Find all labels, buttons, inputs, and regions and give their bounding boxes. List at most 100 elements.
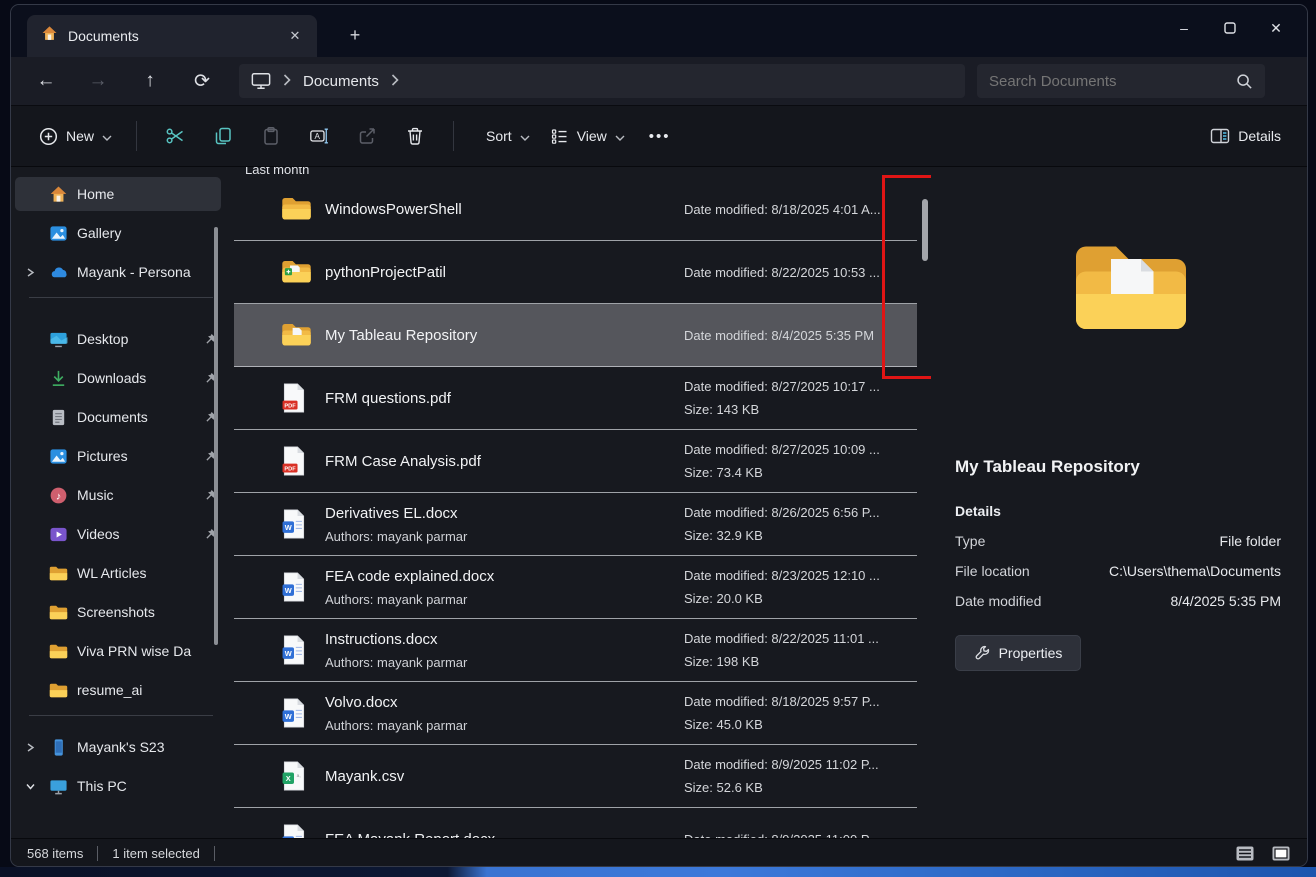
sidebar-item-phone[interactable]: Mayank's S23 [15,730,221,764]
sidebar-item-onedrive[interactable]: Mayank - Persona [15,255,221,289]
phone-icon [45,738,71,757]
rename-button[interactable]: A [300,118,338,154]
window-maximize-button[interactable] [1207,11,1253,45]
cut-button[interactable] [156,118,194,154]
file-list: Last month WindowsPowerShell Date modifi… [231,167,931,838]
view-button-label: View [577,128,607,144]
up-icon[interactable]: ↑ [133,66,167,96]
window-close-button[interactable]: ✕ [1253,11,1299,45]
file-size: Size: 52.6 KB [684,780,919,795]
copy-button[interactable] [204,118,242,154]
properties-label: Properties [999,645,1063,661]
breadcrumb-item-documents[interactable]: Documents [303,73,379,90]
file-row[interactable]: WindowsPowerShell Date modified: 8/18/20… [234,178,917,241]
file-date-modified: Date modified: 8/9/2025 11:02 P... [684,757,919,772]
file-date-modified: Date modified: 8/18/2025 9:57 P... [684,694,919,709]
chevron-right-icon[interactable] [15,268,45,277]
sidebar-item-documents[interactable]: Documents [15,400,221,434]
file-date-modified: Date modified: 8/22/2025 10:53 ... [684,265,919,280]
sidebar-item-downloads[interactable]: Downloads [15,361,221,395]
file-row[interactable]: PDF FRM questions.pdf Date modified: 8/2… [234,367,917,430]
chevron-right-icon [283,73,291,90]
sidebar-item-desktop[interactable]: Desktop [15,322,221,356]
sidebar-item-label: Documents [77,409,199,425]
command-toolbar: New A Sort View [11,105,1307,167]
chevron-right-icon[interactable] [15,743,45,752]
sidebar-item-wl-articles[interactable]: WL Articles [15,556,221,590]
downloads-icon [45,369,71,388]
search-input[interactable] [989,73,1236,90]
sidebar-item-gallery[interactable]: Gallery [15,216,221,250]
explorer-tab[interactable]: Documents ✕ [27,15,317,57]
sidebar-item-music[interactable]: ♪ Music [15,478,221,512]
sidebar-item-this-pc[interactable]: This PC [15,769,221,803]
group-header[interactable]: Last month [231,167,931,178]
copy-icon [213,126,233,146]
window-minimize-button[interactable]: – [1161,11,1207,45]
sidebar: Home Gallery Mayank - Persona Desktop [11,167,231,838]
svg-text:W: W [285,712,292,721]
home-icon [45,185,71,204]
properties-button[interactable]: Properties [955,635,1081,671]
new-button[interactable]: New [29,119,122,154]
search-box[interactable] [977,64,1265,98]
file-row-selected[interactable]: My Tableau Repository Date modified: 8/4… [234,304,917,367]
sidebar-item-label: This PC [77,778,221,794]
svg-text:PDF: PDF [284,403,296,409]
sidebar-item-label: Downloads [77,370,199,386]
breadcrumb[interactable]: Documents [239,64,965,98]
file-row[interactable]: W Volvo.docxAuthors: mayank parmar Date … [234,682,917,745]
file-list-scrollbar[interactable] [922,199,928,261]
sidebar-item-label: Viva PRN wise Da [77,643,221,659]
file-row[interactable]: PDF FRM Case Analysis.pdf Date modified:… [234,430,917,493]
sidebar-item-pictures[interactable]: Pictures [15,439,221,473]
refresh-icon[interactable]: ⟳ [185,66,219,96]
file-row[interactable]: a,X Mayank.csv Date modified: 8/9/2025 1… [234,745,917,808]
view-button[interactable]: View [540,119,635,154]
paste-button[interactable] [252,118,290,154]
details-pane-toggle[interactable]: Details [1200,119,1291,153]
type-value: File folder [1220,533,1281,549]
share-icon [357,126,377,146]
file-row[interactable]: W FEA code explained.docxAuthors: mayank… [234,556,917,619]
navigation-bar: ← → ↑ ⟳ Documents [11,57,1307,105]
scissors-icon [165,126,185,146]
word-icon: W [281,509,325,539]
statusbar: 568 items 1 item selected [11,838,1307,867]
large-thumbnails-view-icon[interactable] [1269,844,1293,863]
chevron-down-icon[interactable] [15,782,45,791]
back-icon[interactable]: ← [29,66,63,96]
type-label: Type [955,533,985,549]
file-date-modified: Date modified: 8/27/2025 10:09 ... [684,442,919,457]
sidebar-item-videos[interactable]: Videos [15,517,221,551]
details-view-icon[interactable] [1233,844,1257,863]
file-row[interactable]: pythonProjectPatil Date modified: 8/22/2… [234,241,917,304]
sidebar-item-viva-prn[interactable]: Viva PRN wise Da [15,634,221,668]
file-size: Size: 20.0 KB [684,591,919,606]
file-explorer-window: Documents ✕ + – ✕ ← → ↑ ⟳ Documents [10,4,1308,867]
tab-close-icon[interactable]: ✕ [283,24,307,48]
more-options-icon[interactable]: ••• [649,128,671,145]
chevron-right-icon [391,73,399,90]
sidebar-item-home[interactable]: Home [15,177,221,211]
file-row[interactable]: W Derivatives EL.docxAuthors: mayank par… [234,493,917,556]
chevron-down-icon [615,128,625,144]
forward-icon[interactable]: → [81,66,115,96]
sidebar-scrollbar[interactable] [214,227,218,645]
delete-button[interactable] [396,118,434,154]
file-size: Size: 73.4 KB [684,465,919,480]
file-row[interactable]: W Instructions.docxAuthors: mayank parma… [234,619,917,682]
statusbar-divider [214,846,215,861]
share-button[interactable] [348,118,386,154]
music-icon: ♪ [45,486,71,505]
sidebar-item-screenshots[interactable]: Screenshots [15,595,221,629]
statusbar-divider [97,846,98,861]
word-icon: W [281,698,325,728]
videos-icon [45,525,71,544]
view-list-icon [550,127,569,146]
chevron-down-icon [102,128,112,144]
sidebar-item-resume-ai[interactable]: resume_ai [15,673,221,707]
sort-button[interactable]: Sort [468,120,540,152]
file-row[interactable]: W FEA Mayank Report.docx Date modified: … [234,808,917,838]
new-tab-button[interactable]: + [341,21,369,49]
